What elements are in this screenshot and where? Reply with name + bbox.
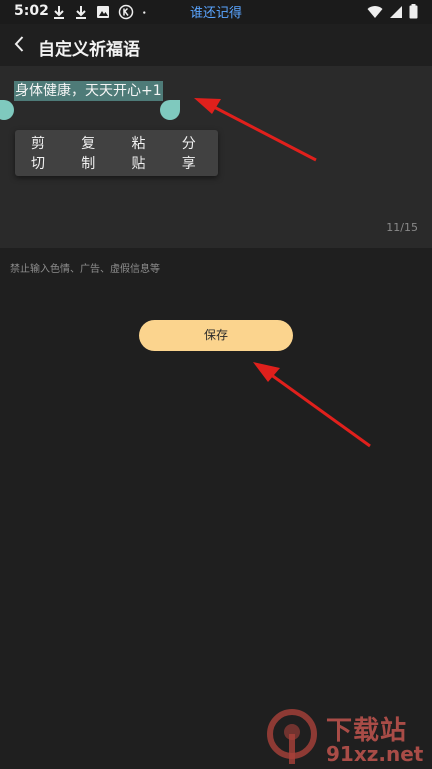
input-hint: 禁止输入色情、广告、虚假信息等	[10, 264, 160, 275]
selection-handle-end[interactable]	[160, 100, 180, 120]
save-button[interactable]: 保存	[139, 320, 293, 351]
status-system-icons	[367, 4, 418, 19]
status-bar: 5:02 谁还记得	[0, 0, 432, 24]
back-chevron-icon[interactable]	[8, 32, 32, 56]
menu-item-paste[interactable]: 粘贴	[118, 133, 168, 173]
site-watermark: 下载站 91xz.net	[262, 708, 428, 766]
char-count: 11/15	[386, 221, 418, 234]
menu-item-cut[interactable]: 剪切	[17, 133, 67, 173]
menu-item-copy[interactable]: 复制	[67, 133, 117, 173]
watermark-domain: 91xz.net	[326, 742, 424, 766]
wifi-icon	[367, 5, 383, 18]
signal-icon	[390, 5, 402, 18]
watermark-logo	[267, 709, 317, 764]
menu-item-share[interactable]: 分享	[168, 133, 218, 173]
annotation-arrow-save	[253, 362, 371, 448]
selection-handle-start[interactable]	[0, 100, 14, 120]
battery-icon	[409, 4, 418, 19]
text-context-menu: 剪切 复制 粘贴 分享	[15, 130, 218, 176]
page-header: 自定义祈福语	[0, 24, 432, 66]
selected-text[interactable]: 身体健康，天天开心+1	[14, 81, 163, 101]
blessing-text-input[interactable]: 身体健康，天天开心+1 剪切 复制 粘贴 分享 11/15	[0, 66, 432, 248]
page-title: 自定义祈福语	[38, 40, 140, 60]
